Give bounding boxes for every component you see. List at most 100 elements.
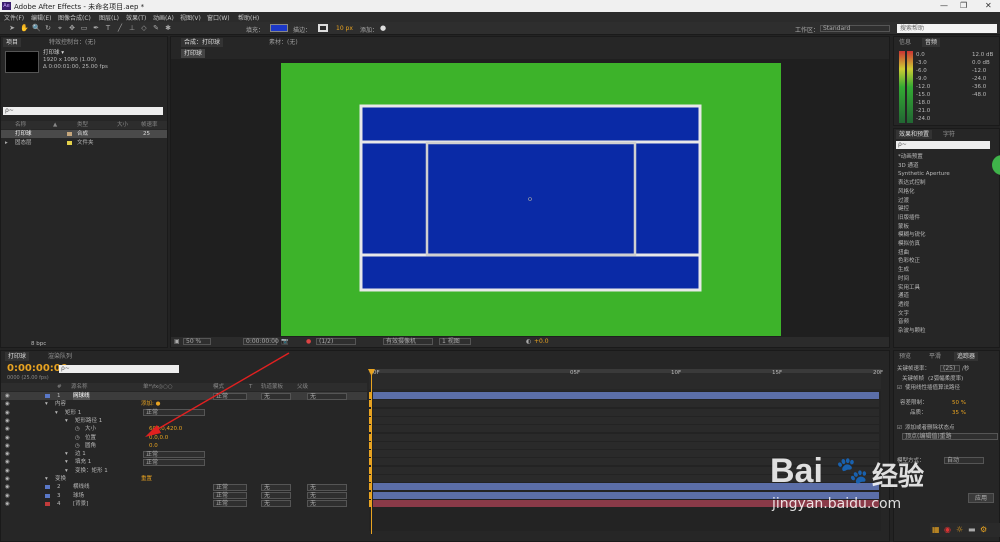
- effect-category-item[interactable]: 时间: [898, 275, 909, 283]
- layer-name[interactable]: 填充 1: [75, 458, 91, 466]
- layer-name[interactable]: 圆角: [85, 442, 96, 450]
- effect-category-item[interactable]: 扭曲: [898, 249, 909, 257]
- layer-name[interactable]: 边 1: [75, 450, 86, 458]
- tab-preview[interactable]: 预览: [896, 352, 914, 361]
- effect-category-item[interactable]: *动画预置: [898, 153, 923, 161]
- layer-track-bar[interactable]: [373, 416, 879, 424]
- workspace-select[interactable]: Standard: [820, 25, 890, 32]
- twirl-down-icon[interactable]: ▾: [45, 400, 48, 408]
- visibility-eye-icon[interactable]: ◉: [5, 417, 10, 425]
- menu-animation[interactable]: 动画(A): [153, 13, 174, 22]
- channel-rgb-icon[interactable]: ●: [306, 338, 311, 345]
- effect-category-item[interactable]: 通道: [898, 292, 909, 300]
- fill-color-swatch[interactable]: [270, 24, 288, 32]
- layer-extra[interactable]: 重置: [141, 475, 152, 483]
- opt3-checkbox[interactable]: ☑: [897, 424, 902, 432]
- effect-category-item[interactable]: 生成: [898, 266, 909, 274]
- layer-name[interactable]: 球场: [73, 492, 84, 500]
- tab-smoother[interactable]: 平滑: [926, 352, 944, 361]
- puppet-tool-icon[interactable]: ✱: [164, 24, 172, 32]
- track-matte-select[interactable]: 无: [261, 492, 291, 500]
- keyframe-marker[interactable]: [369, 483, 372, 491]
- exposure-icon[interactable]: ◐: [526, 338, 531, 345]
- mode-select[interactable]: 正常: [213, 492, 247, 500]
- menu-help[interactable]: 帮助(H): [238, 13, 259, 22]
- tolerance-value[interactable]: 50 %: [952, 399, 966, 407]
- tray-icon-3[interactable]: ☼: [956, 525, 963, 534]
- layer-color-swatch[interactable]: [45, 394, 50, 398]
- col-type[interactable]: 类型: [77, 121, 88, 129]
- roto-tool-icon[interactable]: ✎: [152, 24, 160, 32]
- effect-category-item[interactable]: 音频: [898, 318, 909, 326]
- tab-project[interactable]: 项目: [3, 38, 22, 47]
- hand-tool-icon[interactable]: ✋: [20, 24, 29, 32]
- tab-timeline-comp[interactable]: 打印球: [5, 352, 30, 361]
- twirl-down-icon[interactable]: ▾: [45, 475, 48, 483]
- menu-layer[interactable]: 图层(L): [99, 13, 119, 22]
- keyframe-marker[interactable]: [369, 408, 372, 416]
- tab-audio[interactable]: 音频: [922, 38, 941, 47]
- project-item-comp[interactable]: 打印球: [15, 130, 32, 138]
- layer-track-bar[interactable]: [373, 433, 879, 441]
- layer-name[interactable]: 大小: [85, 425, 96, 433]
- tab-render-queue[interactable]: 渲染队列: [45, 352, 75, 361]
- snapshot-icon[interactable]: 📷: [281, 338, 288, 345]
- keyframe-marker[interactable]: [369, 466, 372, 474]
- visibility-eye-icon[interactable]: ◉: [5, 400, 10, 408]
- zoom-tool-icon[interactable]: 🔍: [32, 24, 41, 32]
- effect-category-item[interactable]: 文字: [898, 310, 909, 318]
- keyframe-marker[interactable]: [369, 491, 372, 499]
- keyframe-marker[interactable]: [369, 475, 372, 482]
- visibility-eye-icon[interactable]: ◉: [5, 434, 10, 442]
- keyframe-marker[interactable]: [369, 392, 372, 399]
- visibility-eye-icon[interactable]: ◉: [5, 467, 10, 475]
- visibility-eye-icon[interactable]: ◉: [5, 500, 10, 508]
- zoom-select[interactable]: 50 %: [183, 338, 211, 345]
- opt2-checkbox[interactable]: ☑: [897, 384, 902, 392]
- folder-expand-icon[interactable]: ▸: [5, 139, 8, 147]
- col-size[interactable]: 大小: [117, 121, 128, 129]
- add-button-icon[interactable]: ●: [380, 24, 386, 32]
- tray-icon-4[interactable]: ▬: [968, 525, 976, 534]
- close-button[interactable]: ✕: [985, 1, 992, 10]
- keyframe-marker[interactable]: [369, 416, 372, 424]
- minimize-button[interactable]: —: [940, 1, 948, 10]
- menu-effect[interactable]: 效果(T): [126, 13, 146, 22]
- quality-value[interactable]: 35 %: [952, 409, 966, 417]
- effect-category-item[interactable]: 蒙板: [898, 223, 909, 231]
- effect-category-item[interactable]: 实用工具: [898, 284, 920, 292]
- effect-category-item[interactable]: 透视: [898, 301, 909, 309]
- help-search-input[interactable]: 搜索帮助: [897, 24, 997, 33]
- clone-tool-icon[interactable]: ⊥: [128, 24, 136, 32]
- keyframe-marker[interactable]: [369, 458, 372, 466]
- col-name[interactable]: 名称: [15, 121, 26, 129]
- resolution-select[interactable]: (1/2): [316, 338, 356, 345]
- stopwatch-icon[interactable]: ◷: [75, 425, 80, 433]
- keyframe-marker[interactable]: [369, 433, 372, 441]
- effect-category-item[interactable]: 3D 通道: [898, 162, 918, 170]
- visibility-eye-icon[interactable]: ◉: [5, 492, 10, 500]
- effect-category-item[interactable]: 模拟仿真: [898, 240, 920, 248]
- layer-track-bar[interactable]: [373, 400, 879, 408]
- layer-track-bar[interactable]: [373, 392, 879, 399]
- time-ruler[interactable]: [369, 369, 881, 389]
- mode-select[interactable]: 正常: [213, 500, 247, 508]
- viewer-timecode[interactable]: 0:00:00:00: [243, 338, 279, 345]
- project-search-input[interactable]: ρ~: [3, 107, 163, 115]
- apply-button[interactable]: 应用: [968, 493, 994, 503]
- layer-name[interactable]: 内容: [55, 400, 66, 408]
- track-matte-select[interactable]: 无: [261, 500, 291, 508]
- bpc-label[interactable]: 8 bpc: [31, 340, 46, 348]
- visibility-eye-icon[interactable]: ◉: [5, 392, 10, 400]
- col-source-name[interactable]: 源名称: [71, 383, 88, 391]
- comp-subtab[interactable]: 打印球: [181, 49, 206, 58]
- layer-color-swatch[interactable]: [45, 485, 50, 490]
- effect-category-item[interactable]: Synthetic Aperture: [898, 170, 950, 178]
- eraser-tool-icon[interactable]: ◇: [140, 24, 148, 32]
- effects-search-input[interactable]: ρ~: [896, 141, 990, 149]
- brush-tool-icon[interactable]: ╱: [116, 24, 124, 32]
- pen-tool-icon[interactable]: ✒: [92, 24, 100, 32]
- parent-select[interactable]: 无: [307, 492, 347, 500]
- opt3-dropdown[interactable]: 顶点(编辑值)重路: [902, 433, 998, 440]
- parent-select[interactable]: 无: [307, 483, 347, 491]
